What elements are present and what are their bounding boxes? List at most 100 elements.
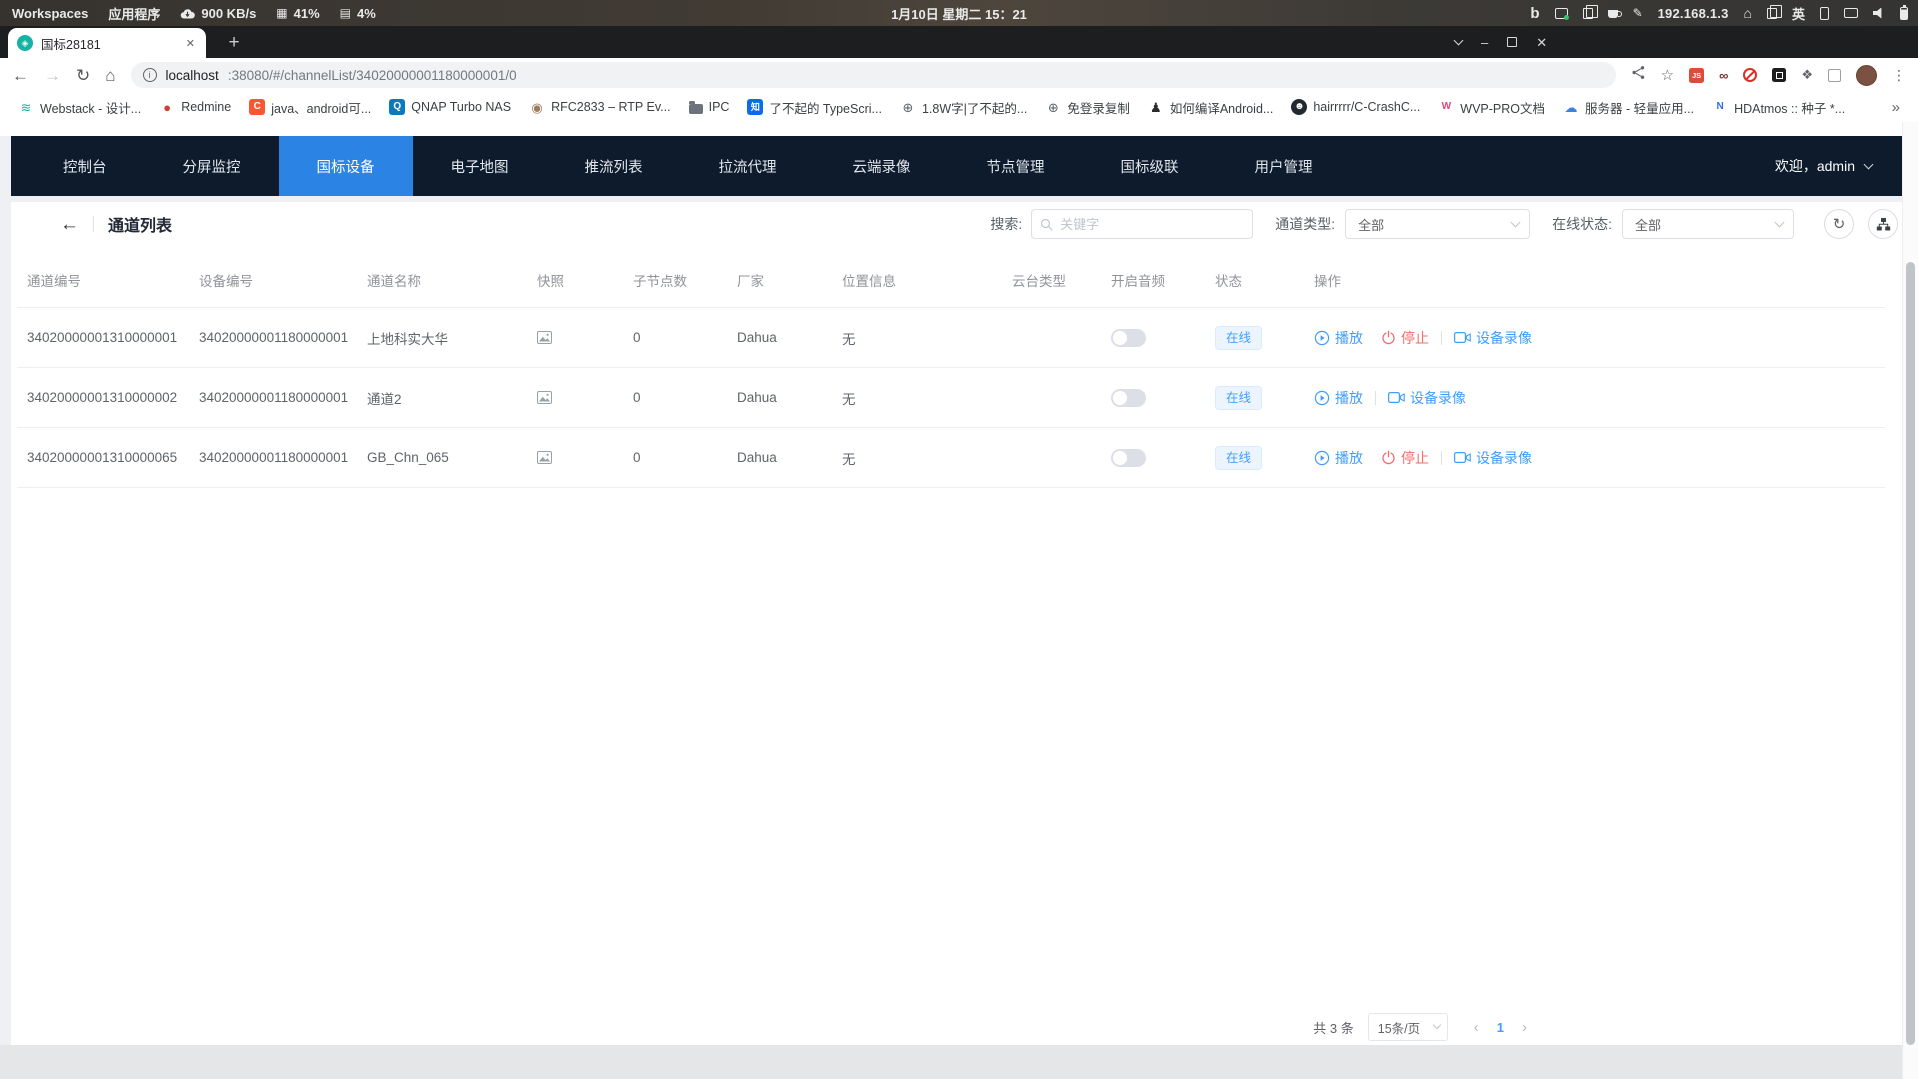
- back-button[interactable]: ←: [12, 67, 29, 84]
- device-id: 34020000001180000001: [199, 330, 348, 345]
- browser-tab[interactable]: ◈ 国标28181 ✕: [8, 28, 206, 58]
- bookmark-item[interactable]: QQNAP Turbo NAS: [381, 96, 519, 118]
- device-record-button[interactable]: 设备录像: [1388, 388, 1466, 408]
- play-button[interactable]: 播放: [1314, 328, 1363, 348]
- bookmark-item[interactable]: ⊕免登录复制: [1037, 95, 1138, 120]
- workspace-switcher-icon[interactable]: [1767, 8, 1777, 19]
- site-info-icon[interactable]: i: [143, 68, 157, 82]
- proxy-extension-icon[interactable]: ∞: [1719, 68, 1728, 83]
- bookmark-item[interactable]: 知了不起的 TypeScri...: [739, 95, 890, 120]
- refresh-button[interactable]: ↻: [1824, 209, 1854, 239]
- snapshot-icon[interactable]: [537, 331, 552, 344]
- memory-icon: ▤: [340, 7, 351, 19]
- new-tab-button[interactable]: +: [222, 31, 246, 55]
- browser-menu-icon[interactable]: ⋮: [1892, 67, 1906, 84]
- bookmark-item[interactable]: ≋Webstack - 设计...: [10, 95, 149, 120]
- extensions-puzzle-icon[interactable]: ❖: [1801, 67, 1813, 83]
- back-arrow-button[interactable]: ←: [60, 215, 79, 234]
- color-picker-tray-icon[interactable]: ✎: [1633, 6, 1643, 20]
- battery-icon[interactable]: [1900, 7, 1908, 20]
- device-record-button[interactable]: 设备录像: [1454, 328, 1532, 348]
- bookmark-item[interactable]: ●Redmine: [151, 96, 239, 118]
- phone-link-icon[interactable]: [1820, 7, 1829, 20]
- nav-item-8[interactable]: 节点管理: [949, 136, 1083, 196]
- page-size-select[interactable]: 15条/页: [1368, 1013, 1448, 1041]
- bookmark-item[interactable]: ♟如何编译Android...: [1140, 95, 1282, 120]
- channel-id: 34020000001310000001: [27, 330, 177, 345]
- bookmark-item[interactable]: ☻hairrrrr/C-CrashC...: [1283, 96, 1428, 118]
- nav-item-1[interactable]: 控制台: [25, 136, 145, 196]
- prev-page-button[interactable]: ‹: [1464, 1019, 1489, 1036]
- bookmark-item[interactable]: ⊕1.8W字|了不起的...: [892, 95, 1035, 120]
- toggle-knob: [1113, 331, 1127, 345]
- tree-view-button[interactable]: [1868, 209, 1898, 239]
- clipboard-tray-icon[interactable]: [1583, 8, 1593, 19]
- input-method-indicator[interactable]: 英: [1792, 4, 1805, 23]
- play-button[interactable]: 播放: [1314, 388, 1363, 408]
- js-extension-icon[interactable]: JS: [1689, 68, 1704, 83]
- audio-toggle[interactable]: [1111, 449, 1146, 467]
- volume-icon[interactable]: [1873, 8, 1885, 19]
- search-input[interactable]: [1060, 217, 1244, 232]
- bookmark-item[interactable]: NHDAtmos :: 种子 *...: [1704, 95, 1853, 120]
- display-icon[interactable]: [1844, 8, 1858, 18]
- window-close-button[interactable]: ✕: [1536, 36, 1547, 49]
- bookmark-star-icon[interactable]: ☆: [1661, 66, 1674, 84]
- device-record-button[interactable]: 设备录像: [1454, 448, 1532, 468]
- bing-tray-icon[interactable]: b: [1530, 6, 1539, 21]
- scrollbar-thumb[interactable]: [1906, 262, 1915, 1045]
- bookmarks-overflow-button[interactable]: »: [1884, 99, 1908, 116]
- bookmark-item[interactable]: Cjava、android可...: [241, 95, 379, 120]
- restore-button[interactable]: [1507, 37, 1517, 47]
- user-menu[interactable]: 欢迎，admin: [1775, 136, 1902, 196]
- screenshot-tray-icon[interactable]: [1555, 8, 1568, 19]
- share-icon[interactable]: [1631, 65, 1646, 85]
- address-bar: ← → ↻ ⌂ i localhost:38080/#/channelList/…: [0, 58, 1918, 92]
- darkreader-extension-icon[interactable]: [1772, 68, 1786, 82]
- tab-close-button[interactable]: ✕: [184, 37, 197, 50]
- play-button[interactable]: 播放: [1314, 448, 1363, 468]
- minimize-button[interactable]: –: [1481, 36, 1488, 49]
- nav-item-10[interactable]: 用户管理: [1217, 136, 1351, 196]
- caffeine-tray-icon[interactable]: [1608, 10, 1618, 18]
- divider: [1375, 391, 1376, 405]
- nav-item-5[interactable]: 推流列表: [547, 136, 681, 196]
- home-tray-icon[interactable]: ⌂: [1744, 5, 1752, 21]
- nav-item-9[interactable]: 国标级联: [1083, 136, 1217, 196]
- nav-item-2[interactable]: 分屏监控: [145, 136, 279, 196]
- nav-item-7[interactable]: 云端录像: [815, 136, 949, 196]
- applications-menu[interactable]: 应用程序: [108, 4, 160, 23]
- audio-toggle[interactable]: [1111, 389, 1146, 407]
- nav-item-4[interactable]: 电子地图: [413, 136, 547, 196]
- workspaces-button[interactable]: Workspaces: [12, 6, 88, 21]
- snapshot-icon[interactable]: [537, 391, 552, 404]
- next-page-button[interactable]: ›: [1512, 1019, 1537, 1036]
- tab-manager-extension-icon[interactable]: [1828, 69, 1841, 82]
- bookmark-item[interactable]: ◉RFC2833 – RTP Ev...: [521, 96, 679, 118]
- stop-button[interactable]: 停止: [1381, 328, 1429, 348]
- forward-button[interactable]: →: [44, 67, 61, 84]
- record-label: 设备录像: [1410, 388, 1466, 408]
- manufacturer: Dahua: [737, 330, 777, 345]
- snapshot-icon[interactable]: [537, 451, 552, 464]
- sitemap-icon: [1876, 217, 1891, 232]
- adblock-extension-icon[interactable]: [1743, 68, 1757, 82]
- online-status-select[interactable]: 全部: [1622, 209, 1794, 239]
- profile-avatar[interactable]: [1856, 65, 1877, 86]
- current-page[interactable]: 1: [1489, 1020, 1512, 1035]
- nav-item-3[interactable]: 国标设备: [279, 136, 413, 196]
- bookmark-item[interactable]: ☁服务器 - 轻量应用...: [1555, 95, 1702, 120]
- tab-search-chevron-icon[interactable]: [1454, 35, 1464, 45]
- bookmark-item[interactable]: WWVP-PRO文档: [1430, 95, 1553, 120]
- bookmark-item[interactable]: IPC: [681, 97, 738, 117]
- browser-home-button[interactable]: ⌂: [105, 67, 115, 84]
- reload-button[interactable]: ↻: [76, 67, 90, 84]
- audio-toggle[interactable]: [1111, 329, 1146, 347]
- nav-item-6[interactable]: 拉流代理: [681, 136, 815, 196]
- url-bar[interactable]: i localhost:38080/#/channelList/34020000…: [131, 62, 1616, 88]
- column-header-label: 位置信息: [842, 270, 896, 290]
- device-id: 34020000001180000001: [199, 450, 348, 465]
- stop-button[interactable]: 停止: [1381, 448, 1429, 468]
- ip-address-indicator[interactable]: 192.168.1.3: [1658, 6, 1729, 21]
- channel-type-select[interactable]: 全部: [1345, 209, 1530, 239]
